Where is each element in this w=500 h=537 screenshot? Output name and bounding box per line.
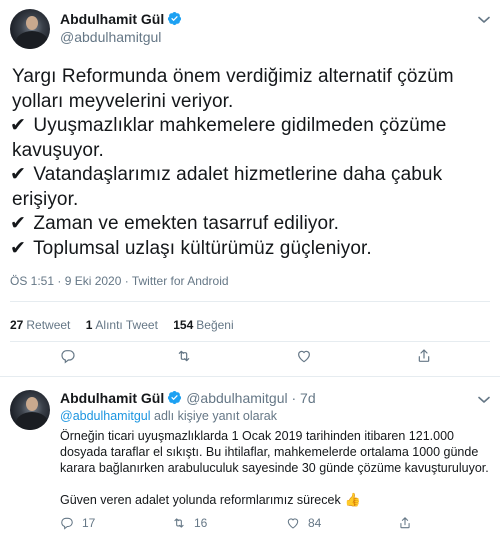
like-icon <box>298 350 310 363</box>
like-icon <box>287 518 299 529</box>
reply-line: karara bağlanırken arabuluculuk sayesind… <box>60 461 489 475</box>
share-icon <box>418 349 430 362</box>
likes-stat[interactable]: 154 Beğeni <box>173 318 233 332</box>
check-mark-icon: ✔ <box>10 164 27 185</box>
tweet-line: ✔ Toplumsal uzlaşı kültürümüz güçleniyor… <box>10 237 372 259</box>
reply-button[interactable] <box>60 348 76 364</box>
reply-header: Abdulhamit Gül @abdulhamitgul · 7d <box>60 390 316 406</box>
retweet-button[interactable] <box>176 348 192 364</box>
like-button[interactable] <box>296 348 312 364</box>
like-button[interactable]: 84 <box>286 516 321 530</box>
check-mark-icon: ✔ <box>10 115 27 136</box>
tweet-timestamp[interactable]: ÖS 1:51 · 9 Eki 2020 · Twitter for Andro… <box>10 274 229 288</box>
reply-text: Örneğin ticari uyuşmazlıklarda 1 Ocak 20… <box>60 428 492 508</box>
reply-line: dosyada taraflar el sıkıştı. Bu ihtilafl… <box>60 445 479 459</box>
tweet-text: Yargı Reformunda önem verdiğimiz alterna… <box>10 65 490 261</box>
reply-button[interactable]: 17 <box>60 516 95 530</box>
reply-count: 17 <box>82 516 96 530</box>
divider <box>10 341 490 342</box>
replying-mention-link[interactable]: @abdulhamitgul <box>60 409 151 423</box>
tweet-line: ✔ Vatandaşlarımız adalet hizmetlerine da… <box>10 164 443 185</box>
retweet-icon <box>178 350 190 362</box>
author-name-text[interactable]: Abdulhamit Gül <box>60 11 164 27</box>
chevron-down-icon[interactable] <box>478 16 490 24</box>
main-tweet: Abdulhamit Gül @abdulhamitgul Yargı Refo… <box>0 0 500 364</box>
chevron-down-icon[interactable] <box>478 396 490 404</box>
reply-author-handle[interactable]: @abdulhamitgul · 7d <box>186 390 315 406</box>
reply-actions: 17 16 84 <box>60 516 480 534</box>
verified-badge-icon <box>168 11 182 26</box>
divider <box>10 301 490 302</box>
retweet-button[interactable]: 16 <box>172 516 207 530</box>
author-handle[interactable]: @abdulhamitgul <box>60 29 161 45</box>
reply-icon <box>61 517 73 530</box>
tweet-line: kavuşuyor. <box>12 139 104 161</box>
reply-avatar[interactable] <box>10 390 50 430</box>
tweet-stats: 27 Retweet 1 Alıntı Tweet 154 Beğeni <box>10 318 246 332</box>
share-button[interactable] <box>416 348 432 364</box>
reply-author-name[interactable]: Abdulhamit Gül <box>60 390 164 406</box>
tweet-actions <box>0 348 500 372</box>
retweet-icon <box>174 518 184 528</box>
share-button[interactable] <box>398 516 412 530</box>
reply-line: Örneğin ticari uyuşmazlıklarda 1 Ocak 20… <box>60 429 454 443</box>
share-icon <box>400 517 410 529</box>
reply-icon <box>61 350 75 364</box>
avatar[interactable] <box>10 9 50 49</box>
reply-closing-line: Güven veren adalet yolunda reformlarımız… <box>60 492 361 507</box>
retweets-stat[interactable]: 27 Retweet <box>10 318 70 332</box>
tweet-line: erişiyor. <box>12 188 79 210</box>
thread-separator <box>0 376 500 377</box>
author-name[interactable]: Abdulhamit Gül <box>60 11 182 27</box>
quotes-stat[interactable]: 1 Alıntı Tweet <box>86 318 158 332</box>
replying-to: @abdulhamitgul adlı kişiye yanıt olarak <box>60 409 277 423</box>
retweet-count: 16 <box>194 516 208 530</box>
verified-badge-icon <box>168 390 182 405</box>
tweet-line: ✔ Zaman ve emekten tasarruf ediliyor. <box>10 213 339 234</box>
check-mark-icon: ✔ <box>10 237 27 259</box>
like-count: 84 <box>308 516 322 530</box>
tweet-line: ✔ Uyuşmazlıklar mahkemelere gidilmeden ç… <box>10 115 447 136</box>
thumbs-up-emoji: 👍 <box>344 492 361 507</box>
tweet-line: Yargı Reformunda önem verdiğimiz alterna… <box>12 66 454 87</box>
tweet-line: yolları meyvelerini veriyor. <box>12 90 234 112</box>
check-mark-icon: ✔ <box>10 213 27 234</box>
